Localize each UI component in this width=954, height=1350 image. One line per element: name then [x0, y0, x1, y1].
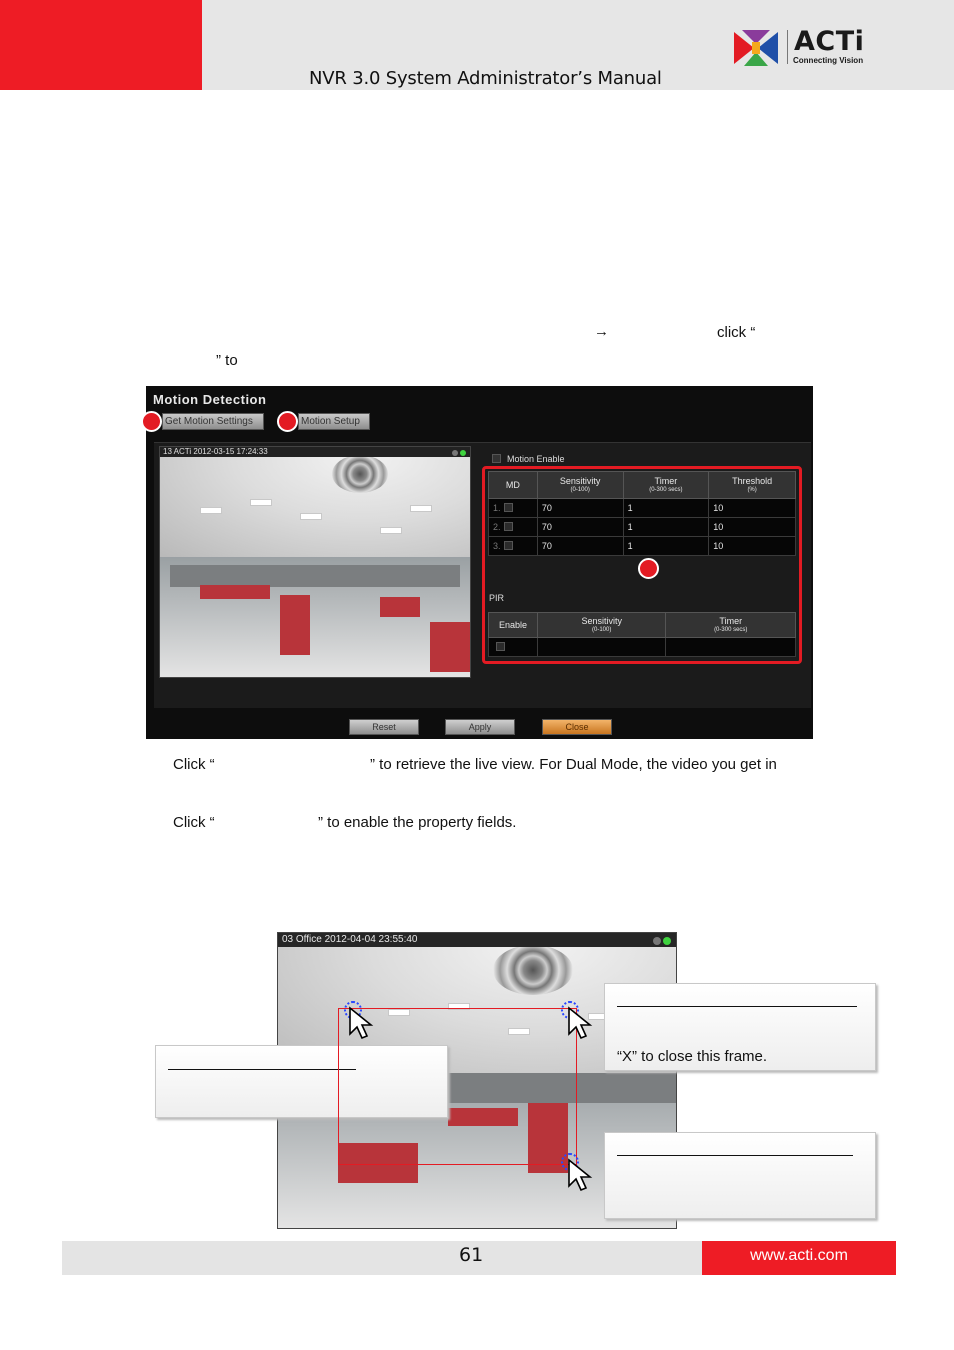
callout-title-rule	[617, 1155, 853, 1156]
timer-cell[interactable]: 1	[622, 498, 710, 518]
office-cubicles	[170, 565, 460, 587]
website-link[interactable]: www.acti.com	[702, 1247, 896, 1265]
cursor-arrow-icon	[568, 1006, 593, 1040]
md-settings-table: MD Sensitivity (0-100) Timer (0-300 secs) …	[488, 471, 796, 556]
md-row-checkbox[interactable]	[503, 503, 513, 512]
ceiling-light	[300, 513, 322, 520]
video-status-dots	[450, 449, 466, 459]
cursor-arrow-icon	[568, 1158, 593, 1192]
ceiling-vent	[332, 455, 388, 493]
ceiling-light	[200, 507, 222, 514]
pir-enable-column-header: Enable	[488, 612, 538, 638]
md-row-index[interactable]: 2.	[488, 517, 538, 537]
status-dot-icon	[460, 450, 466, 456]
sensitivity-cell[interactable]: 70	[536, 536, 624, 556]
sensitivity-cell[interactable]: 70	[536, 517, 624, 537]
callout-resize-frame	[604, 1132, 876, 1219]
cubicle-partition	[430, 622, 470, 672]
ceiling-light	[410, 505, 432, 512]
table-row: 3. 70 1 10	[488, 536, 796, 556]
logo-separator	[787, 30, 788, 64]
cubicle-partition	[200, 585, 270, 599]
timer-cell[interactable]: 1	[622, 517, 710, 537]
video-overlay-bar: 13 ACTi 2012-03-15 17:24:33	[160, 447, 470, 457]
motion-detection-window: Motion Detection Get Motion Settings Mot…	[146, 386, 813, 739]
apply-button[interactable]: Apply	[445, 719, 515, 735]
step2-suffix: ” to enable the property fields.	[318, 814, 517, 831]
header-red-block	[0, 0, 202, 90]
threshold-cell[interactable]: 10	[708, 517, 796, 537]
motion-enable-checkbox[interactable]	[492, 454, 501, 463]
motion-detection-title: Motion Detection	[153, 392, 267, 407]
md-row-checkbox[interactable]	[503, 522, 513, 531]
logo-wordmark: ACTi	[794, 26, 865, 57]
pir-enable-checkbox[interactable]	[496, 642, 505, 651]
timer-cell[interactable]: 1	[622, 536, 710, 556]
logo-tagline: Connecting Vision	[793, 56, 864, 65]
click-fragment: click “	[717, 324, 756, 341]
reset-button[interactable]: Reset	[349, 719, 419, 735]
step1-prefix: Click “	[173, 756, 215, 773]
get-motion-settings-button[interactable]: Get Motion Settings	[162, 413, 264, 430]
threshold-column-header: Threshold (%)	[708, 471, 796, 499]
md-row-checkbox[interactable]	[503, 541, 513, 550]
md-row-index[interactable]: 3.	[488, 536, 538, 556]
ceiling-light	[380, 527, 402, 534]
pir-settings-table: Enable Sensitivity (0-100) Timer (0-300 se…	[488, 612, 796, 657]
step1-suffix: ” to retrieve the live view. For Dual Mo…	[370, 756, 777, 773]
page-number: 61	[459, 1244, 484, 1266]
motion-setup-button[interactable]: Motion Setup	[298, 413, 370, 430]
manual-title: NVR 3.0 System Administrator’s Manual	[309, 68, 662, 89]
pir-enable-cell[interactable]	[488, 637, 538, 657]
video-ceiling	[160, 447, 470, 558]
callout-close-frame: “X” to close this frame.	[604, 983, 876, 1071]
callout-title-rule	[617, 1006, 857, 1007]
cubicle-partition	[280, 595, 310, 655]
cubicle-partition	[380, 597, 420, 617]
timer-column-header: Timer (0-300 secs)	[622, 471, 710, 499]
table-row: 2. 70 1 10	[488, 517, 796, 537]
video-status-dots	[651, 936, 671, 950]
live-video-view: 13 ACTi 2012-03-15 17:24:33	[159, 446, 471, 678]
step-marker-3	[638, 558, 659, 579]
step-marker-1	[141, 411, 162, 432]
ceiling-light	[250, 499, 272, 506]
to-fragment: ” to	[216, 352, 238, 369]
motion-enable-label: Motion Enable	[507, 454, 565, 464]
table-row: 1. 70 1 10	[488, 498, 796, 518]
cursor-arrow-icon	[349, 1006, 374, 1040]
pir-timer-column-header: Timer (0-300 secs)	[665, 612, 796, 638]
status-dot-icon	[452, 450, 458, 456]
callout-title-rule	[168, 1069, 356, 1070]
close-button[interactable]: Close	[542, 719, 612, 735]
acti-logo-icon	[734, 30, 778, 66]
video-overlay-bar: 03 Office 2012-04-04 23:55:40	[278, 933, 676, 947]
step-marker-2	[277, 411, 298, 432]
threshold-cell[interactable]: 10	[708, 498, 796, 518]
table-row	[488, 637, 796, 657]
video-overlay-text: 13 ACTi 2012-03-15 17:24:33	[163, 447, 268, 456]
acti-logo: ACTi Connecting Vision	[734, 26, 874, 70]
pir-label: PIR	[489, 593, 505, 603]
pir-timer-cell[interactable]	[665, 637, 796, 657]
status-dot-icon	[663, 937, 671, 945]
arrow-icon: →	[594, 323, 609, 340]
pir-sensitivity-cell[interactable]	[536, 637, 667, 657]
sensitivity-cell[interactable]: 70	[536, 498, 624, 518]
sensitivity-column-header: Sensitivity (0-100)	[536, 471, 624, 499]
pir-sensitivity-column-header: Sensitivity (0-100)	[536, 612, 667, 638]
motion-enable-row[interactable]: Motion Enable	[492, 454, 565, 464]
status-dot-icon	[653, 937, 661, 945]
ceiling-vent	[493, 945, 573, 995]
callout-close-text: “X” to close this frame.	[617, 1048, 768, 1065]
threshold-cell[interactable]: 10	[708, 536, 796, 556]
step2-prefix: Click “	[173, 814, 215, 831]
video-overlay-text: 03 Office 2012-04-04 23:55:40	[282, 934, 418, 945]
md-row-index[interactable]: 1.	[488, 498, 538, 518]
md-column-header: MD	[488, 471, 538, 499]
